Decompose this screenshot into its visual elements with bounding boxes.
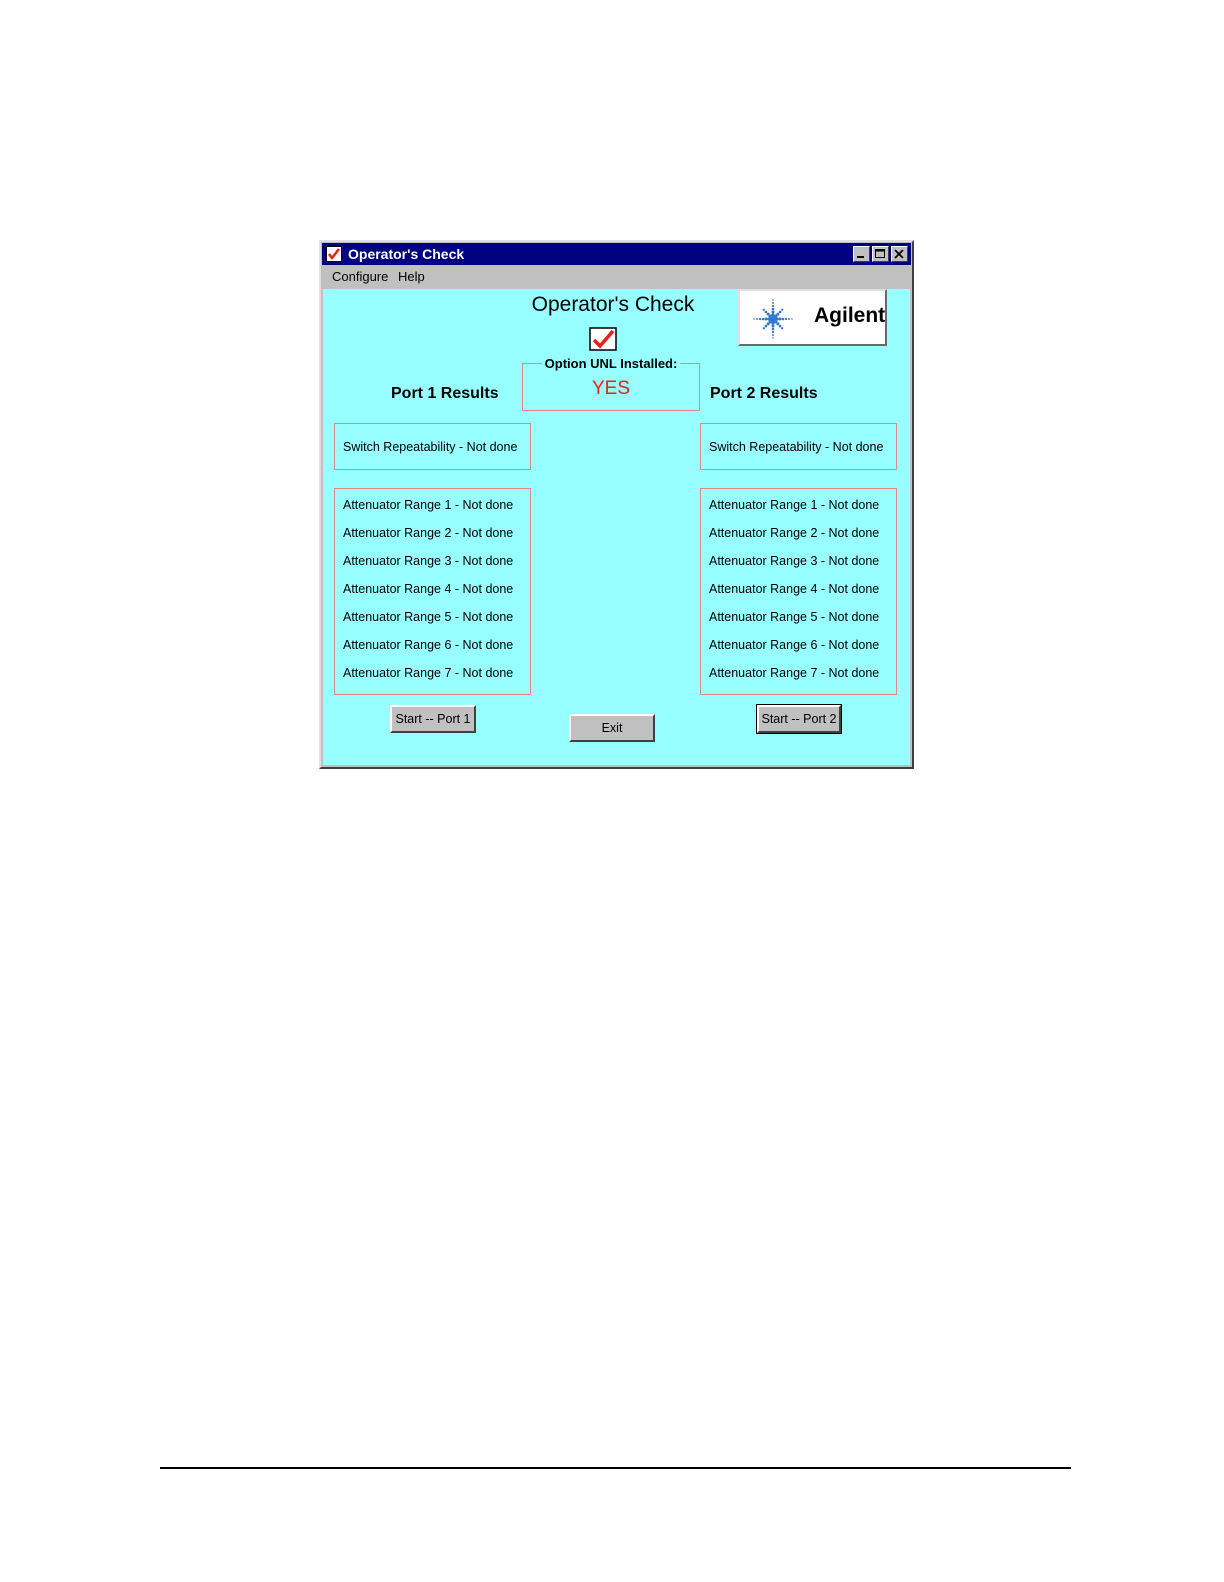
menu-configure[interactable]: Configure <box>332 269 388 284</box>
port2-attenuator-6: Attenuator Range 6 - Not done <box>709 638 880 652</box>
port2-switch-status: Switch Repeatability - Not done <box>709 440 884 454</box>
exit-button[interactable]: Exit <box>569 714 655 742</box>
spark-core <box>770 316 776 322</box>
spark-dot <box>778 310 782 314</box>
menu-help[interactable]: Help <box>398 269 425 284</box>
port2-attenuator-5: Attenuator Range 5 - Not done <box>709 610 880 624</box>
option-unl-value: YES <box>591 378 631 399</box>
spark-dot <box>791 318 793 320</box>
spark-dot <box>771 324 775 328</box>
port1-attenuator-2: Attenuator Range 2 - Not done <box>343 526 514 540</box>
minimize-icon[interactable] <box>853 246 870 262</box>
port2-switch-group: Switch Repeatability - Not done <box>700 423 897 470</box>
agilent-spark-icon <box>750 297 796 341</box>
spark-dot <box>764 324 768 328</box>
spark-dot <box>781 308 784 311</box>
spark-dot <box>756 318 758 320</box>
client-area: Operator's Check Agilent Option UNL Inst… <box>323 289 910 765</box>
port2-attenuator-2: Attenuator Range 2 - Not done <box>709 526 880 540</box>
spark-dot <box>778 317 782 321</box>
spark-dot <box>772 299 774 301</box>
checkmark-icon <box>326 246 342 262</box>
spark-dot <box>766 322 770 326</box>
menu-bar: Configure Help <box>322 265 911 287</box>
port1-attenuator-5: Attenuator Range 5 - Not done <box>343 610 514 624</box>
port1-attenuator-7: Attenuator Range 7 - Not done <box>343 666 514 680</box>
agilent-logo: Agilent <box>738 289 887 346</box>
spark-dot <box>753 318 755 320</box>
port2-attenuator-4: Attenuator Range 4 - Not done <box>709 582 880 596</box>
spark-dot <box>764 310 768 314</box>
port1-title: Port 1 Results <box>391 385 499 402</box>
spark-dot <box>761 317 765 321</box>
maximize-icon[interactable] <box>872 246 889 262</box>
port1-attenuator-6: Attenuator Range 6 - Not done <box>343 638 514 652</box>
spark-dot <box>762 308 765 311</box>
spark-dot <box>771 327 775 331</box>
start-port2-button[interactable]: Start -- Port 2 <box>756 704 842 734</box>
spark-dot <box>771 307 775 311</box>
logo-text: Agilent <box>814 304 886 327</box>
port2-attenuator-7: Attenuator Range 7 - Not done <box>709 666 880 680</box>
spark-dot <box>776 312 780 316</box>
spark-dot <box>771 330 775 334</box>
spark-dot <box>771 310 775 314</box>
spark-dot <box>762 327 765 330</box>
port2-attenuator-group: Attenuator Range 1 - Not done Attenuator… <box>700 488 897 695</box>
page-divider <box>160 1467 1071 1469</box>
spark-dot <box>771 304 775 308</box>
spark-dot <box>776 322 780 326</box>
title-bar[interactable]: Operator's Check <box>322 243 911 265</box>
page-title: Operator's Check <box>531 293 695 316</box>
window-title: Operator's Check <box>348 246 465 262</box>
spark-dot <box>778 324 782 328</box>
spark-dot <box>781 317 785 321</box>
option-unl-label: Option UNL Installed: <box>541 356 681 371</box>
spark-dot <box>788 318 790 320</box>
port2-title: Port 2 Results <box>710 385 818 402</box>
port1-attenuator-group: Attenuator Range 1 - Not done Attenuator… <box>334 488 531 695</box>
port1-attenuator-4: Attenuator Range 4 - Not done <box>343 582 514 596</box>
spark-dot <box>772 334 774 336</box>
spark-dot <box>766 312 770 316</box>
port2-attenuator-1: Attenuator Range 1 - Not done <box>709 498 880 512</box>
close-icon[interactable] <box>891 246 908 262</box>
spark-dot <box>772 337 774 339</box>
checkmark-icon <box>589 327 617 351</box>
spark-dot <box>764 317 768 321</box>
port1-switch-status: Switch Repeatability - Not done <box>343 440 518 454</box>
start-port1-button[interactable]: Start -- Port 1 <box>390 705 476 733</box>
spark-dot <box>781 327 784 330</box>
port1-attenuator-3: Attenuator Range 3 - Not done <box>343 554 514 568</box>
port1-attenuator-1: Attenuator Range 1 - Not done <box>343 498 514 512</box>
option-unl-group: Option UNL Installed: YES <box>522 356 700 411</box>
spark-dot <box>784 317 788 321</box>
operators-check-window: Operator's Check Configure Help Operator… <box>319 240 914 769</box>
port2-attenuator-3: Attenuator Range 3 - Not done <box>709 554 880 568</box>
spark-dot <box>772 302 774 304</box>
spark-dot <box>758 317 762 321</box>
port1-switch-group: Switch Repeatability - Not done <box>334 423 531 470</box>
